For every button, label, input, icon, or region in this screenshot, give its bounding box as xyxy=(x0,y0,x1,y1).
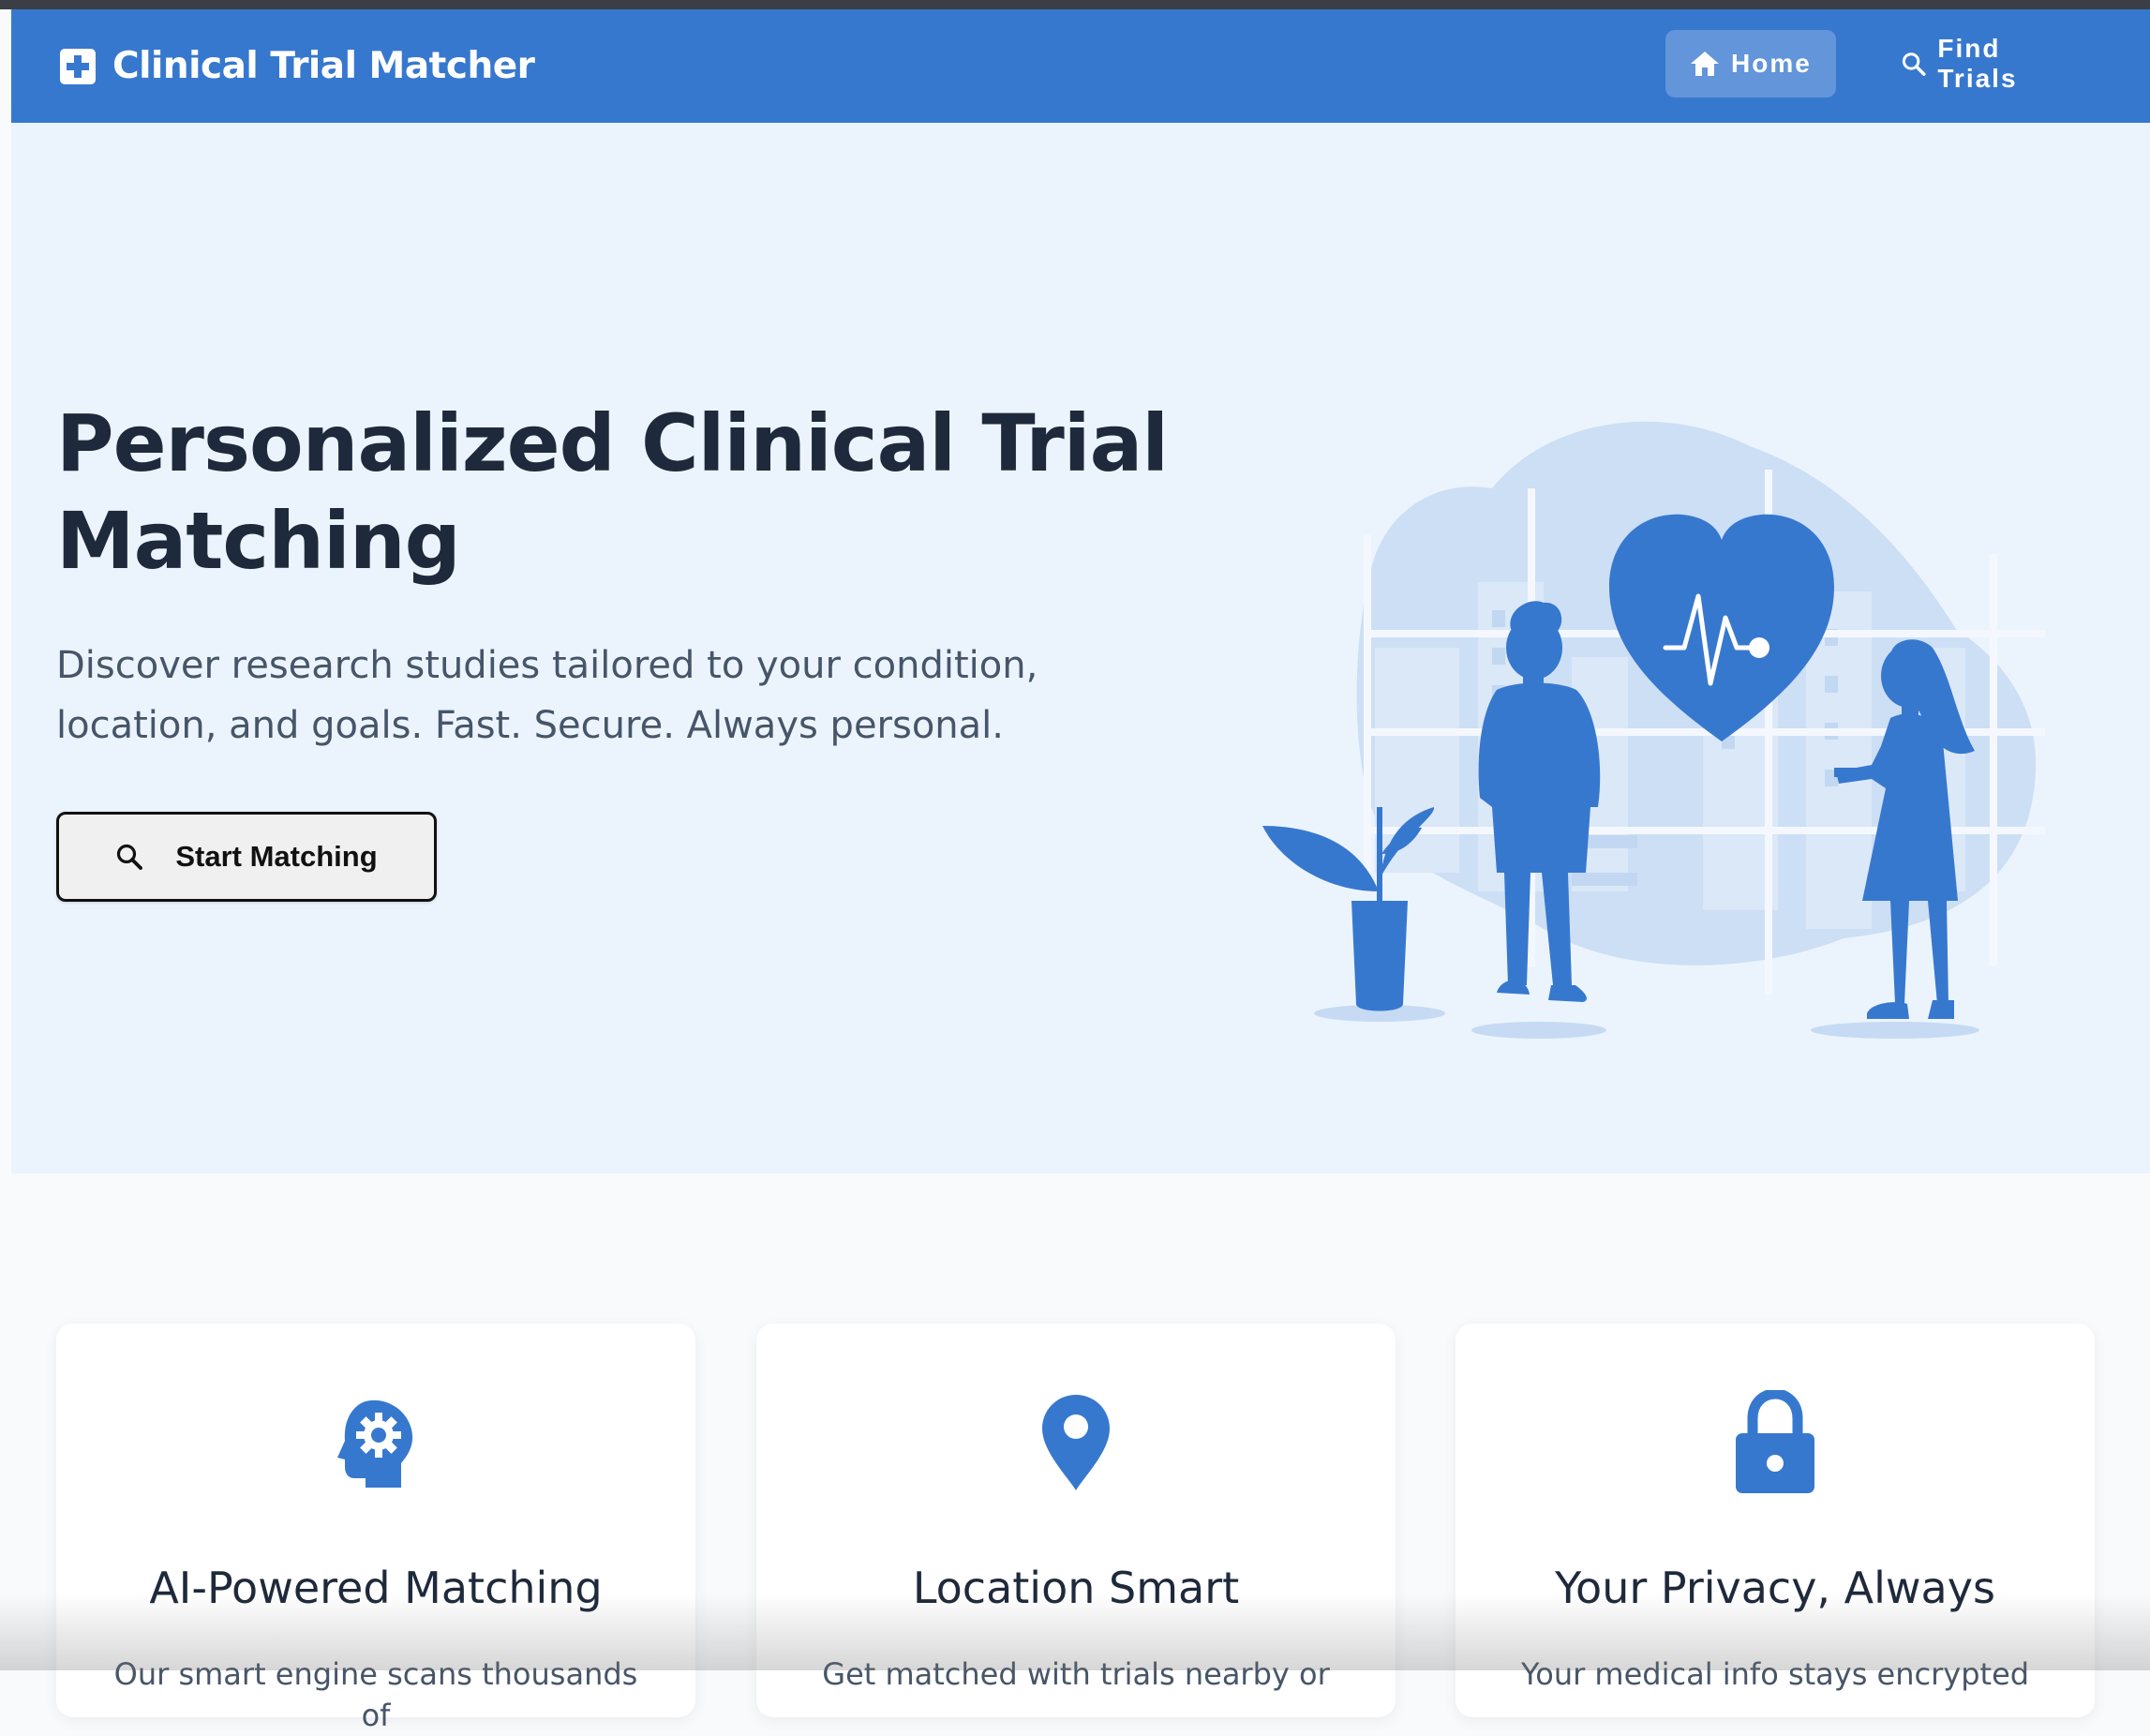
feature-card-ai: AI-Powered Matching Our smart engine sca… xyxy=(56,1324,695,1733)
feature-icon-wrapper xyxy=(1024,1391,1127,1494)
nav-find-trials-label: Find Trials xyxy=(1937,34,2018,93)
feature-title: AI-Powered Matching xyxy=(149,1563,603,1613)
hero-subtitle: Discover research studies tailored to yo… xyxy=(56,644,1038,747)
home-icon xyxy=(1691,52,1719,76)
start-matching-label: Start Matching xyxy=(175,840,378,873)
window-top-bar xyxy=(0,0,2150,9)
navbar: Clinical Trial Matcher Home Find Trials xyxy=(11,9,2150,123)
nav-home[interactable]: Home xyxy=(1665,30,1836,97)
hero-illustration xyxy=(1262,421,2045,1039)
location-pin-icon xyxy=(1042,1395,1110,1490)
feature-text: Your medical info stays encrypted xyxy=(1520,1656,2030,1692)
medical-cross-icon xyxy=(60,48,96,84)
feature-text: Get matched with trials nearby or xyxy=(822,1656,1330,1692)
search-icon xyxy=(1902,52,1926,76)
search-icon xyxy=(117,844,143,870)
lock-icon xyxy=(1736,1390,1814,1493)
feature-title: Location Smart xyxy=(912,1563,1240,1613)
nav-find-trials[interactable]: Find Trials xyxy=(1876,30,2092,97)
brain-gear-icon xyxy=(337,1399,413,1488)
feature-card-location: Location Smart Get matched with trials n… xyxy=(756,1324,1396,1717)
feature-card-privacy: Your Privacy, Always Your medical info s… xyxy=(1456,1324,2095,1717)
start-matching-button[interactable]: Start Matching xyxy=(56,812,437,902)
nav-home-label: Home xyxy=(1731,49,1812,78)
feature-text: Our smart engine scans thousands of xyxy=(113,1656,638,1733)
hero-section: Personalized Clinical Trial Matching Dis… xyxy=(11,123,2150,1174)
feature-icon-wrapper xyxy=(1724,1390,1827,1494)
brand-title: Clinical Trial Matcher xyxy=(112,45,535,87)
brand[interactable]: Clinical Trial Matcher xyxy=(60,9,535,123)
hero-title: Personalized Clinical Trial Matching xyxy=(56,397,1169,587)
feature-icon-wrapper xyxy=(324,1391,427,1494)
feature-title: Your Privacy, Always xyxy=(1555,1563,1995,1613)
